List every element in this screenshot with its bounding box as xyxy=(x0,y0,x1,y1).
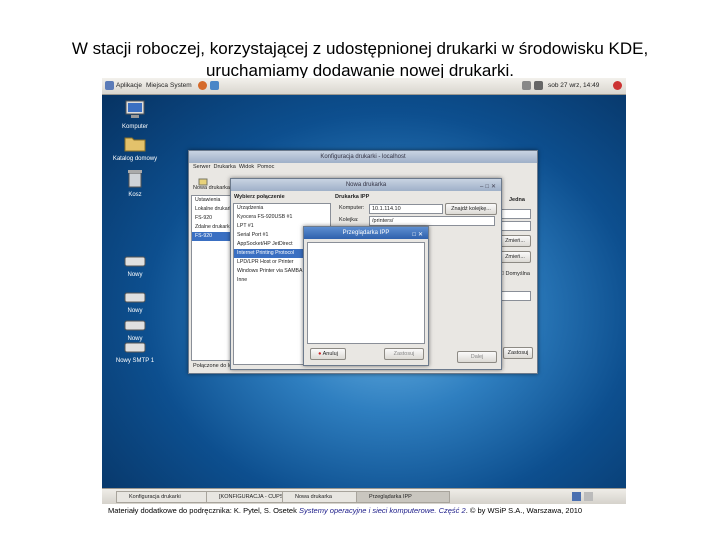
desktop-icon-label: Nowy SMTP 1 xyxy=(115,358,155,364)
host-input[interactable]: 10.1.114.10 xyxy=(369,204,443,214)
desktop-icon-label: Katalog domowy xyxy=(112,156,158,162)
mail-icon[interactable] xyxy=(210,81,219,90)
ipp-printer-heading: Drukarka IPP xyxy=(335,194,370,200)
device-item[interactable]: Kyocera FS-920USB #1 xyxy=(234,213,330,222)
desktop-screenshot: Aplikacje Miejsca System sob 27 wrz, 14:… xyxy=(102,78,626,504)
desktop-icon-drive[interactable]: Nowy xyxy=(110,290,160,314)
menu-server[interactable]: Serwer xyxy=(193,164,210,170)
dialog-titlebar[interactable]: Nowa drukarka –□✕ xyxy=(231,179,501,191)
task-ipp-browser[interactable]: Przeglądarka IPP xyxy=(356,491,450,503)
new-printer-label: Nowa drukarka xyxy=(193,185,230,191)
select-connection-heading: Wybierz połączenie xyxy=(234,194,285,200)
desktop-icon-drive[interactable]: Nowy xyxy=(110,318,160,342)
change-button[interactable]: Zmień... xyxy=(499,235,531,247)
queue-label: Kolejka: xyxy=(339,217,359,223)
device-item[interactable]: Urządzenia xyxy=(234,204,330,213)
apply-button[interactable]: Zastosuj xyxy=(503,347,533,359)
menubar: Serwer Drukarka Widok Pomoc xyxy=(193,164,274,170)
ipp-printer-list[interactable] xyxy=(307,242,425,344)
top-panel: Aplikacje Miejsca System sob 27 wrz, 14:… xyxy=(102,78,626,95)
ipp-titlebar[interactable]: Przeglądarka IPP □✕ xyxy=(304,227,428,239)
volume-icon[interactable] xyxy=(534,81,543,90)
change-button[interactable]: Zmień... xyxy=(499,251,531,263)
window-titlebar[interactable]: Konfiguracja drukarki - localhost xyxy=(189,151,537,163)
menu-view[interactable]: Widok xyxy=(239,164,254,170)
default-checkbox[interactable]: ☐ Domyślna xyxy=(499,271,530,277)
computer-icon xyxy=(125,100,145,118)
drive-icon xyxy=(124,320,146,331)
desktop-icon-home[interactable]: Katalog domowy xyxy=(110,134,160,162)
slide-title: W stacji roboczej, korzystającej z udost… xyxy=(71,39,649,80)
footer-prefix: Materiały dodatkowe do podręcznika: K. P… xyxy=(108,506,297,515)
menu-applications[interactable]: Aplikacje xyxy=(116,82,142,89)
apply-button[interactable]: Zastosuj xyxy=(384,348,424,360)
cancel-label: Anuluj xyxy=(322,351,338,357)
right-field[interactable] xyxy=(499,209,531,219)
checkbox-label: Domyślna xyxy=(505,271,530,277)
workspace-switcher-icon[interactable] xyxy=(584,492,593,501)
drive-icon xyxy=(124,342,146,353)
desktop-icon-label: Komputer xyxy=(121,124,148,130)
right-field[interactable] xyxy=(499,221,531,231)
tree-item[interactable]: Lokalne drukarki xyxy=(192,205,230,214)
folder-icon xyxy=(124,137,146,152)
desktop-icon-label: Nowy xyxy=(127,272,143,278)
footer-suffix: . © by WSiP S.A., Warszawa, 2010 xyxy=(465,506,583,515)
desktop-icon-computer[interactable]: Komputer xyxy=(110,100,160,130)
task-printer-config[interactable]: Konfiguracja drukarki xyxy=(116,491,214,503)
desktop-icon-label: Kosz xyxy=(128,192,142,198)
menu-printer[interactable]: Drukarka xyxy=(213,164,235,170)
ipp-title: Przeglądarka IPP xyxy=(342,230,390,236)
dialog-title: Nowa drukarka xyxy=(345,182,387,188)
drive-icon xyxy=(124,292,146,303)
menu-system[interactable]: System xyxy=(170,82,192,89)
task-new-printer[interactable]: Nowa drukarka xyxy=(282,491,364,503)
footer-book: Systemy operacyjne i sieci komputerowe. … xyxy=(298,506,466,515)
queue-input[interactable]: /printers/ xyxy=(369,216,495,226)
network-icon[interactable] xyxy=(522,81,531,90)
find-queue-button[interactable]: Znajdź kolejkę... xyxy=(445,203,497,215)
power-icon[interactable] xyxy=(613,81,622,90)
taskbar: Konfiguracja drukarki [KONFIGURACJA - CU… xyxy=(102,488,626,504)
window-controls[interactable]: □✕ xyxy=(412,229,425,241)
tab-right[interactable]: Jedna xyxy=(509,197,525,203)
printer-tree: Ustawienia Lokalne drukarki FS-920 Zdaln… xyxy=(191,195,231,361)
desktop-icon-trash[interactable]: Kosz xyxy=(110,168,160,198)
tree-item[interactable]: FS-920 xyxy=(192,214,230,223)
menu-help[interactable]: Pomoc xyxy=(257,164,274,170)
ipp-browser-dialog: Przeglądarka IPP □✕ ● Anuluj Zastosuj xyxy=(303,226,429,366)
desktop-icon-drive[interactable]: Nowy xyxy=(110,254,160,278)
slide-footer: Materiały dodatkowe do podręcznika: K. P… xyxy=(108,506,628,515)
desktop-icon-drive[interactable]: Nowy SMTP 1 xyxy=(110,340,160,364)
right-field[interactable] xyxy=(499,291,531,301)
tree-item[interactable]: FS-920 xyxy=(192,232,230,241)
task-cups[interactable]: [KONFIGURACJA - CUPS 1.3] xyxy=(206,491,290,503)
window-controls[interactable]: –□✕ xyxy=(480,181,498,193)
tree-item[interactable]: Zdalne drukarki xyxy=(192,223,230,232)
tree-item[interactable]: Ustawienia xyxy=(192,196,230,205)
host-label: Komputer: xyxy=(339,205,365,211)
clock[interactable]: sob 27 wrz, 14:49 xyxy=(548,82,599,89)
menu-places[interactable]: Miejsca xyxy=(146,82,168,89)
drive-icon xyxy=(124,256,146,267)
gnome-menu-icon[interactable] xyxy=(105,81,114,90)
trash-icon xyxy=(128,170,142,188)
browser-icon[interactable] xyxy=(198,81,207,90)
forward-button[interactable]: Dalej xyxy=(457,351,497,363)
workspace-switcher-icon[interactable] xyxy=(572,492,581,501)
cancel-button[interactable]: ● Anuluj xyxy=(310,348,346,360)
cancel-icon: ● xyxy=(318,351,322,357)
desktop-icon-label: Nowy xyxy=(127,308,143,314)
